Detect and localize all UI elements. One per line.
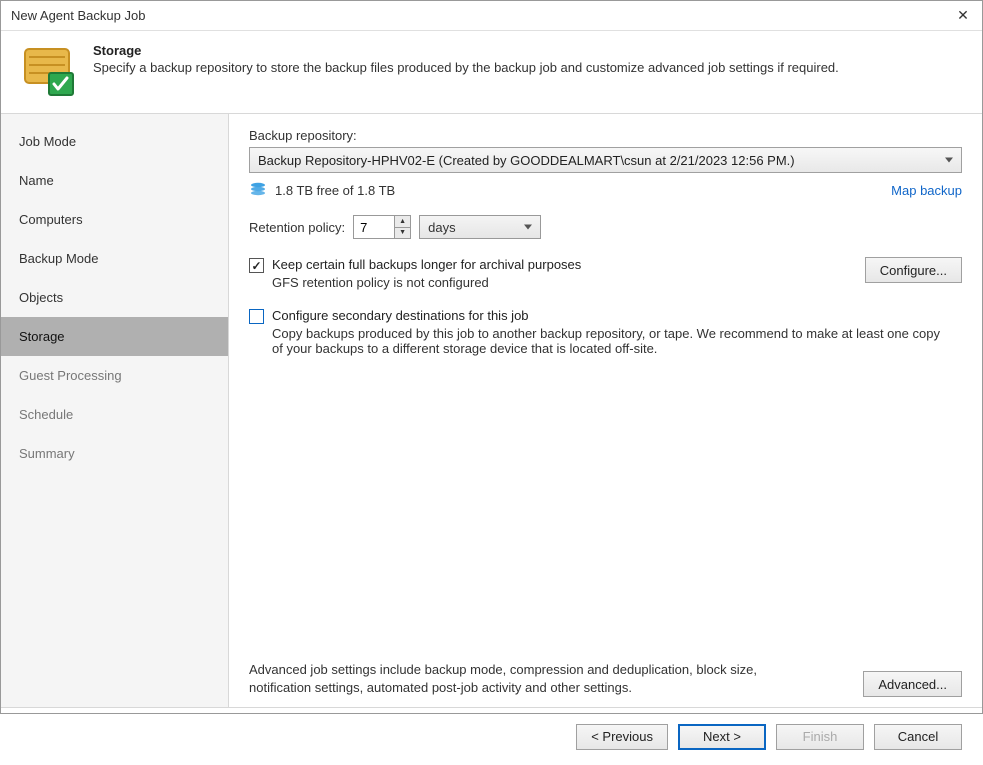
retention-policy-label: Retention policy: [249, 220, 345, 235]
sidebar-item-summary[interactable]: Summary [1, 434, 228, 473]
sidebar-item-guest-processing[interactable]: Guest Processing [1, 356, 228, 395]
backup-repository-label: Backup repository: [249, 128, 962, 143]
window-title: New Agent Backup Job [11, 8, 145, 23]
gfs-status-text: GFS retention policy is not configured [272, 275, 853, 290]
finish-button: Finish [776, 724, 864, 750]
advanced-button[interactable]: Advanced... [863, 671, 962, 697]
sidebar-item-job-mode[interactable]: Job Mode [1, 122, 228, 161]
sidebar-item-objects[interactable]: Objects [1, 278, 228, 317]
next-button[interactable]: Next > [678, 724, 766, 750]
previous-button[interactable]: < Previous [576, 724, 668, 750]
free-space-text: 1.8 TB free of 1.8 TB [275, 183, 395, 198]
titlebar: New Agent Backup Job ✕ [1, 1, 982, 31]
wizard-content: Backup repository: Backup Repository-HPH… [229, 114, 982, 707]
keep-full-label: Keep certain full backups longer for arc… [272, 257, 581, 272]
retention-value-input[interactable] [354, 216, 394, 238]
retention-value-spinner[interactable]: ▲ ▼ [353, 215, 411, 239]
sidebar-item-storage[interactable]: Storage [1, 317, 228, 356]
header-title: Storage [93, 43, 839, 58]
keep-full-checkbox[interactable] [249, 258, 264, 273]
sidebar-item-schedule[interactable]: Schedule [1, 395, 228, 434]
header-text: Storage Specify a backup repository to s… [93, 43, 839, 75]
secondary-destinations-help: Copy backups produced by this job to ano… [272, 326, 952, 356]
wizard-footer: < Previous Next > Finish Cancel [1, 707, 982, 765]
retention-unit-dropdown[interactable]: days [419, 215, 541, 239]
retention-spinner-up[interactable]: ▲ [395, 216, 410, 228]
wizard-sidebar: Job Mode Name Computers Backup Mode Obje… [1, 114, 229, 707]
storage-wizard-icon [21, 43, 77, 99]
map-backup-link[interactable]: Map backup [891, 183, 962, 198]
wizard-header: Storage Specify a backup repository to s… [1, 31, 982, 113]
wizard-body: Job Mode Name Computers Backup Mode Obje… [1, 113, 982, 707]
advanced-help-text: Advanced job settings include backup mod… [249, 661, 769, 697]
sidebar-item-backup-mode[interactable]: Backup Mode [1, 239, 228, 278]
header-subtitle: Specify a backup repository to store the… [93, 60, 839, 75]
retention-unit-value: days [428, 220, 455, 235]
close-icon: ✕ [957, 7, 969, 24]
backup-repository-dropdown[interactable]: Backup Repository-HPHV02-E (Created by G… [249, 147, 962, 173]
secondary-destinations-checkbox[interactable] [249, 309, 264, 324]
sidebar-item-name[interactable]: Name [1, 161, 228, 200]
disk-stack-icon [249, 181, 267, 199]
cancel-button[interactable]: Cancel [874, 724, 962, 750]
sidebar-item-computers[interactable]: Computers [1, 200, 228, 239]
secondary-destinations-label: Configure secondary destinations for thi… [272, 308, 529, 323]
backup-repository-value: Backup Repository-HPHV02-E (Created by G… [258, 153, 795, 168]
close-button[interactable]: ✕ [954, 7, 972, 25]
configure-gfs-button[interactable]: Configure... [865, 257, 962, 283]
retention-spinner-down[interactable]: ▼ [395, 228, 410, 239]
